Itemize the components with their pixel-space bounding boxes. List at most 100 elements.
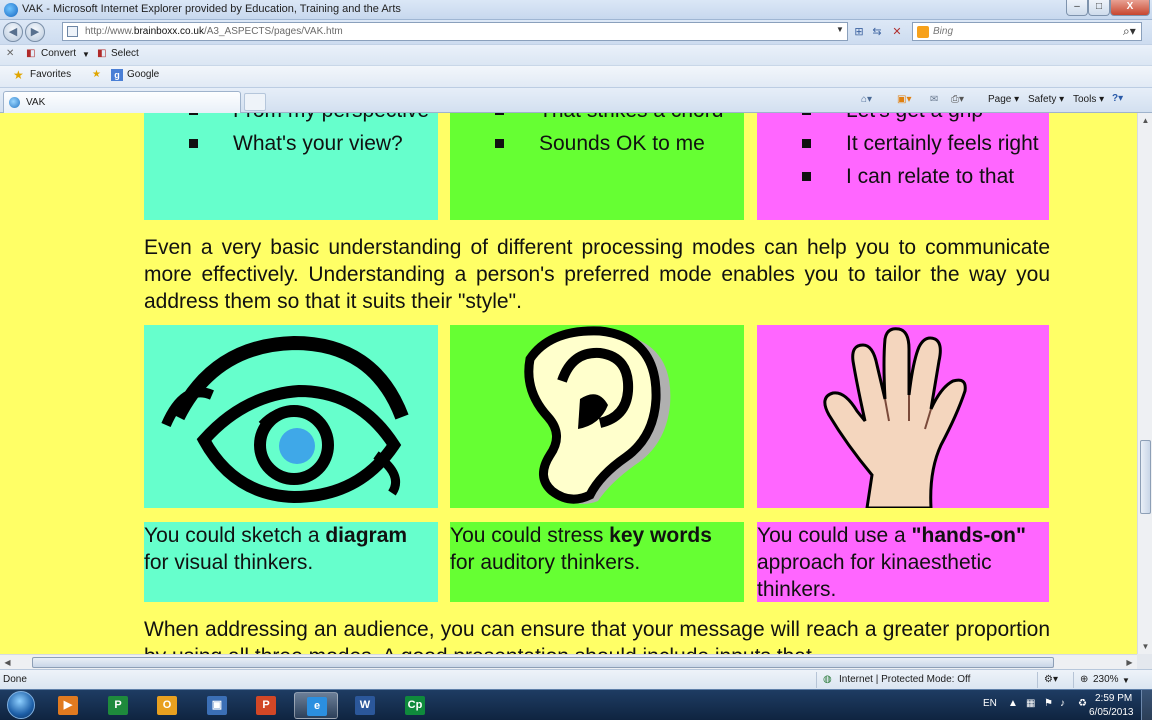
list-item: What's your view? [189, 127, 429, 160]
taskbar-remote-desktop-button[interactable]: ▣ [195, 692, 239, 719]
taskbar-word-button[interactable]: W [343, 692, 387, 719]
favorites-star-icon: ★ [13, 68, 24, 82]
scrollbar-corner [1137, 654, 1152, 669]
captivate-icon: Cp [405, 696, 425, 715]
auditory-phrases-list: That strikes a chord Sounds OK to me [495, 113, 723, 160]
taskbar-internet-explorer-button[interactable]: e [294, 692, 338, 719]
power-icon[interactable]: ♻ [1078, 698, 1087, 709]
google-link[interactable]: Google [127, 69, 159, 80]
search-placeholder: Bing [933, 26, 954, 37]
scroll-left-arrow-icon[interactable]: ◀ [0, 655, 15, 670]
favorites-bar: ★ Favorites ★ g Google [0, 65, 1152, 87]
vertical-scroll-thumb[interactable] [1140, 440, 1151, 514]
address-bar[interactable]: http://www.brainboxx.co.uk/A3_ASPECTS/pa… [62, 22, 848, 41]
compatibility-view-icon[interactable]: ⊞ [852, 25, 866, 39]
horizontal-scrollbar[interactable]: ◀ ▶ [0, 654, 1137, 669]
powerpoint-icon: P [256, 696, 276, 715]
list-item: That strikes a chord [495, 113, 723, 127]
list-item: I can relate to that [802, 160, 1039, 193]
favorites-button[interactable]: Favorites [30, 69, 71, 80]
forward-button[interactable]: ▶ [25, 22, 45, 42]
visual-phrases-box: From my perspective What's your view? [144, 113, 438, 220]
clock-date[interactable]: 6/05/2013 [1089, 707, 1134, 718]
list-item: Sounds OK to me [495, 127, 723, 160]
protected-mode-icon[interactable]: ⚙▾ [1044, 674, 1058, 685]
search-box[interactable]: Bing ⌕▾ [912, 22, 1142, 41]
flag-icon[interactable]: ⚑ [1044, 698, 1053, 709]
volume-icon[interactable]: ♪ [1060, 698, 1065, 709]
feeds-icon[interactable]: ▣▾ [897, 94, 911, 105]
close-button[interactable]: X [1110, 0, 1150, 16]
refresh-icon[interactable]: ⇆ [870, 25, 884, 39]
new-tab-button[interactable] [244, 93, 266, 111]
tab-vak[interactable]: VAK [3, 91, 241, 113]
close-toolbar-icon[interactable]: ✕ [6, 48, 14, 59]
audience-paragraph: When addressing an audience, you can ens… [144, 618, 1050, 654]
maximize-button[interactable]: □ [1088, 0, 1110, 16]
bing-icon [917, 26, 929, 38]
kinaesthetic-phrases-list: Let's get a grip It certainly feels righ… [802, 113, 1039, 193]
taskbar-media-player-button[interactable]: ▶ [46, 692, 90, 719]
hand-picture-box [757, 325, 1049, 508]
list-item: It certainly feels right [802, 127, 1039, 160]
page-icon [67, 26, 78, 37]
minimize-button[interactable]: – [1066, 0, 1088, 16]
show-desktop-button[interactable] [1141, 690, 1152, 720]
page-menu[interactable]: Page ▾ [988, 94, 1019, 105]
scroll-up-arrow-icon[interactable]: ▲ [1138, 113, 1152, 128]
visual-caption: You could sketch a diagram for visual thi… [144, 524, 408, 574]
taskbar-publisher-button[interactable]: P [96, 692, 140, 719]
google-icon: g [111, 69, 123, 81]
language-indicator[interactable]: EN [983, 698, 997, 709]
address-row: ◀ ▶ http://www.brainboxx.co.uk/A3_ASPECT… [0, 20, 1152, 44]
stop-icon[interactable]: ✕ [890, 25, 904, 39]
auditory-caption: You could stress key words for auditory t… [450, 524, 712, 574]
zoom-dropdown-icon[interactable]: ▼ [1122, 676, 1130, 685]
window-title-bar: VAK - Microsoft Internet Explorer provid… [0, 0, 1152, 20]
zoom-level[interactable]: 230% [1093, 674, 1119, 685]
network-icon[interactable]: ▦ [1026, 698, 1035, 709]
globe-icon: ◍ [823, 674, 832, 685]
auditory-caption-box: You could stress key words for auditory t… [450, 522, 744, 602]
read-mail-icon[interactable]: ✉ [930, 94, 938, 105]
publisher-icon: P [108, 696, 128, 715]
security-zone[interactable]: Internet | Protected Mode: Off [839, 674, 970, 685]
convert-button[interactable]: Convert [41, 48, 76, 59]
auditory-phrases-box: That strikes a chord Sounds OK to me [450, 113, 744, 220]
scroll-right-arrow-icon[interactable]: ▶ [1122, 655, 1137, 670]
back-button[interactable]: ◀ [3, 22, 23, 42]
url-text[interactable]: http://www.brainboxx.co.uk/A3_ASPECTS/pa… [85, 26, 343, 37]
windows-logo-icon [7, 691, 35, 719]
processing-modes-paragraph: Even a very basic understanding of diffe… [144, 236, 1050, 313]
clock-time[interactable]: 2:59 PM [1095, 693, 1132, 704]
tab-row: VAK ⌂▾ ▣▾ ✉ ⎙▾ Page ▾ Safety ▾ Tools ▾ ?… [0, 87, 1152, 113]
help-icon[interactable]: ?▾ [1112, 93, 1123, 104]
print-icon[interactable]: ⎙▾ [951, 94, 964, 105]
scroll-down-arrow-icon[interactable]: ▼ [1138, 639, 1152, 654]
kinaesthetic-caption-box: You could use a "hands-on" approach for … [757, 522, 1049, 602]
list-item: Let's get a grip [802, 113, 1039, 127]
convert-dropdown-icon[interactable]: ▼ [82, 50, 90, 59]
taskbar-captivate-button[interactable]: Cp [393, 692, 437, 719]
taskbar-powerpoint-button[interactable]: P [244, 692, 288, 719]
kinaesthetic-phrases-box: Let's get a grip It certainly feels righ… [757, 113, 1049, 220]
taskbar-outlook-button[interactable]: O [145, 692, 189, 719]
select-button[interactable]: Select [111, 48, 139, 59]
status-separator [1073, 672, 1074, 688]
zoom-icon[interactable]: ⊕ [1080, 674, 1088, 685]
tools-menu[interactable]: Tools ▾ [1073, 94, 1104, 105]
page-favicon-icon [9, 97, 20, 108]
vertical-scrollbar[interactable]: ▲ ▼ [1137, 113, 1152, 654]
home-icon[interactable]: ⌂▾ [861, 94, 872, 105]
status-separator [816, 672, 817, 688]
search-icon[interactable]: ⌕▾ [1123, 24, 1136, 39]
address-dropdown-icon[interactable]: ▼ [836, 25, 844, 34]
tray-expand-icon[interactable]: ▲ [1008, 698, 1018, 709]
horizontal-scroll-thumb[interactable] [32, 657, 1054, 668]
add-favorites-icon[interactable]: ★ [92, 69, 101, 80]
hand-image [823, 327, 967, 508]
web-page-content[interactable]: From my perspective What's your view? Th… [0, 113, 1137, 654]
start-button[interactable] [4, 690, 40, 720]
safety-menu[interactable]: Safety ▾ [1028, 94, 1064, 105]
visual-phrases-list: From my perspective What's your view? [189, 113, 429, 160]
